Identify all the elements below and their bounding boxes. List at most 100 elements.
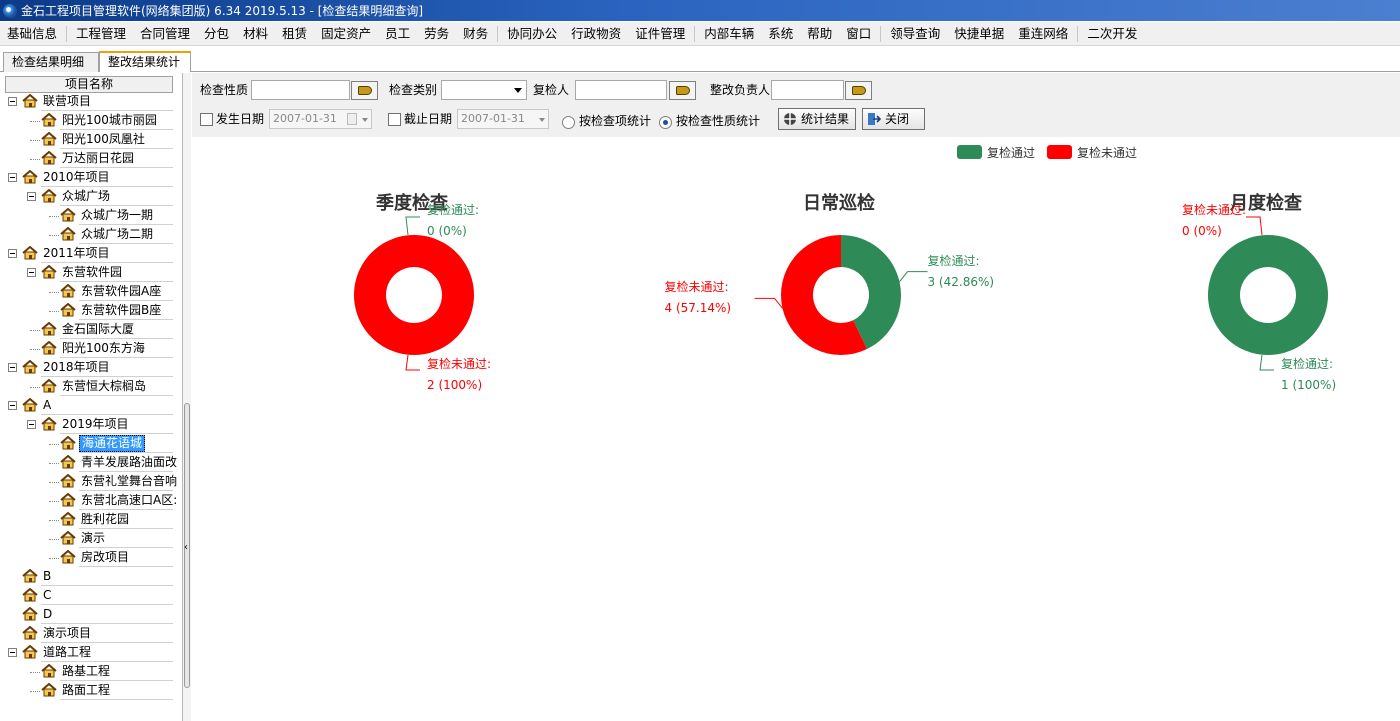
menu-item[interactable]: 内部车辆	[697, 23, 761, 45]
donut-slice[interactable]	[353, 235, 474, 355]
tree-node[interactable]: 阳光100凤凰社	[41, 130, 147, 149]
tree-node[interactable]: 2018年项目	[22, 358, 112, 377]
menu-item[interactable]: 工程管理	[69, 23, 133, 45]
tree-expander-icon[interactable]	[27, 268, 36, 277]
menu-item[interactable]: 证件管理	[628, 23, 692, 45]
menu-item[interactable]: 系统	[761, 23, 800, 45]
tree-column-header[interactable]: 项目名称	[5, 76, 173, 93]
tree-connector	[49, 520, 59, 521]
pointing-hand-icon	[852, 86, 866, 95]
menu-item[interactable]: 二次开发	[1080, 23, 1144, 45]
tab-rectification-stats[interactable]: 整改结果统计	[99, 51, 191, 72]
menu-item[interactable]: 快捷单据	[947, 23, 1011, 45]
by-nature-radio[interactable]	[659, 116, 672, 129]
tree-node[interactable]: 众城广场二期	[60, 225, 155, 244]
menu-item[interactable]: 财务	[456, 23, 495, 45]
tree-node[interactable]: C	[22, 586, 53, 605]
chevron-down-icon	[539, 118, 545, 122]
tree-node-label: 阳光100城市丽园	[62, 113, 157, 127]
tree-node[interactable]: 道路工程	[22, 643, 93, 662]
tree-node[interactable]: 青羊发展路油面改	[60, 453, 179, 472]
tree-expander-icon[interactable]	[27, 420, 36, 429]
menu-item[interactable]: 劳务	[417, 23, 456, 45]
rechecker-picker-button[interactable]	[669, 81, 696, 100]
menu-item[interactable]: 窗口	[839, 23, 878, 45]
menu-item[interactable]: 领导查询	[883, 23, 947, 45]
slice-label-name: 复检通过:	[927, 253, 980, 268]
rectifier-input[interactable]	[771, 80, 844, 100]
menu-item[interactable]: 重连网络	[1011, 23, 1075, 45]
tree-node[interactable]: 胜利花园	[60, 510, 131, 529]
tree-node-label: 青羊发展路油面改	[81, 455, 178, 469]
rectifier-picker-button[interactable]	[845, 81, 872, 100]
tree-node[interactable]: A	[22, 396, 53, 415]
tree-node[interactable]: 东营软件园A座	[60, 282, 163, 301]
tree-node-label: 房改项目	[81, 550, 130, 564]
tree-node[interactable]: 万达丽日花园	[41, 149, 136, 168]
menu-item[interactable]: 协同办公	[500, 23, 564, 45]
tree-node[interactable]: 东营软件园B座	[60, 301, 163, 320]
house-icon	[41, 682, 57, 696]
tree-node[interactable]: 东营软件园	[41, 263, 124, 282]
collapse-arrow-icon[interactable]: ‹	[184, 543, 188, 553]
tree-node[interactable]: 阳光100城市丽园	[41, 111, 159, 130]
tree-node[interactable]: 路面工程	[41, 681, 112, 700]
tab-inspection-details[interactable]: 检查结果明细	[3, 52, 99, 72]
menu-item[interactable]: 分包	[197, 23, 236, 45]
tree-node[interactable]: 阳光100东方海	[41, 339, 147, 358]
tree-node[interactable]: 2010年项目	[22, 168, 112, 187]
rechecker-input[interactable]	[575, 80, 667, 100]
tree-scrollbar[interactable]: ‹	[183, 73, 191, 721]
tree-expander-icon[interactable]	[8, 97, 17, 106]
nature-picker-button[interactable]	[351, 81, 378, 100]
tree-expander-icon[interactable]	[8, 363, 17, 372]
tree-node[interactable]: 房改项目	[60, 548, 131, 567]
menu-item[interactable]: 基础信息	[0, 23, 64, 45]
tree-node[interactable]: 联营项目	[22, 92, 93, 111]
menu-item[interactable]: 行政物资	[564, 23, 628, 45]
tree-node[interactable]: 演示项目	[22, 624, 93, 643]
close-button[interactable]: 关闭	[862, 108, 925, 130]
tree-expander-icon[interactable]	[27, 192, 36, 201]
end-date-field[interactable]: 2007-01-31	[457, 109, 549, 129]
tree-node[interactable]: 路基工程	[41, 662, 112, 681]
tree-node-label: 海通花语城	[79, 435, 146, 452]
tree-node[interactable]: 东营北高速口A区:	[60, 491, 179, 510]
menu-item[interactable]: 固定资产	[314, 23, 378, 45]
menu-item[interactable]: 材料	[236, 23, 275, 45]
menu-item[interactable]: 帮助	[800, 23, 839, 45]
tree-node[interactable]: B	[22, 567, 53, 586]
row-divider	[41, 604, 173, 605]
start-date-field[interactable]: 2007-01-31	[269, 109, 372, 129]
tree-node-label: 路面工程	[62, 683, 111, 697]
tree-node[interactable]: 众城广场一期	[60, 206, 155, 225]
tree-expander-icon[interactable]	[8, 401, 17, 410]
tree-expander-icon[interactable]	[8, 173, 17, 182]
tree-connector	[49, 292, 59, 293]
tree-node-label: 东营软件园B座	[81, 303, 162, 317]
menu-item[interactable]: 合同管理	[133, 23, 197, 45]
end-date-checkbox[interactable]	[388, 113, 401, 126]
donut-slice[interactable]	[1207, 235, 1328, 355]
nature-input[interactable]	[251, 80, 350, 100]
house-icon	[41, 112, 57, 126]
menu-item[interactable]: 员工	[378, 23, 417, 45]
tree-node[interactable]: 东营恒大棕榈岛	[41, 377, 148, 396]
start-date-checkbox[interactable]	[200, 113, 213, 126]
category-select[interactable]	[441, 80, 527, 100]
tree-node[interactable]: 2011年项目	[22, 244, 112, 263]
tree-expander-icon[interactable]	[8, 249, 17, 258]
tree-node[interactable]: 演示	[60, 529, 107, 548]
stats-button[interactable]: 统计结果	[778, 108, 856, 130]
menu-item[interactable]: 租赁	[275, 23, 314, 45]
tree-node[interactable]: D	[22, 605, 54, 624]
tree-expander-icon[interactable]	[8, 648, 17, 657]
tree-node[interactable]: 东营礼堂舞台音响	[60, 472, 179, 491]
tree-node[interactable]: 金石国际大厦	[41, 320, 136, 339]
tree-node[interactable]: 2019年项目	[41, 415, 131, 434]
house-icon	[22, 397, 38, 411]
tree-node[interactable]: 海通花语城	[60, 434, 146, 453]
by-item-radio[interactable]	[562, 116, 575, 129]
tree-node[interactable]: 众城广场	[41, 187, 112, 206]
tree-connector	[30, 330, 40, 331]
